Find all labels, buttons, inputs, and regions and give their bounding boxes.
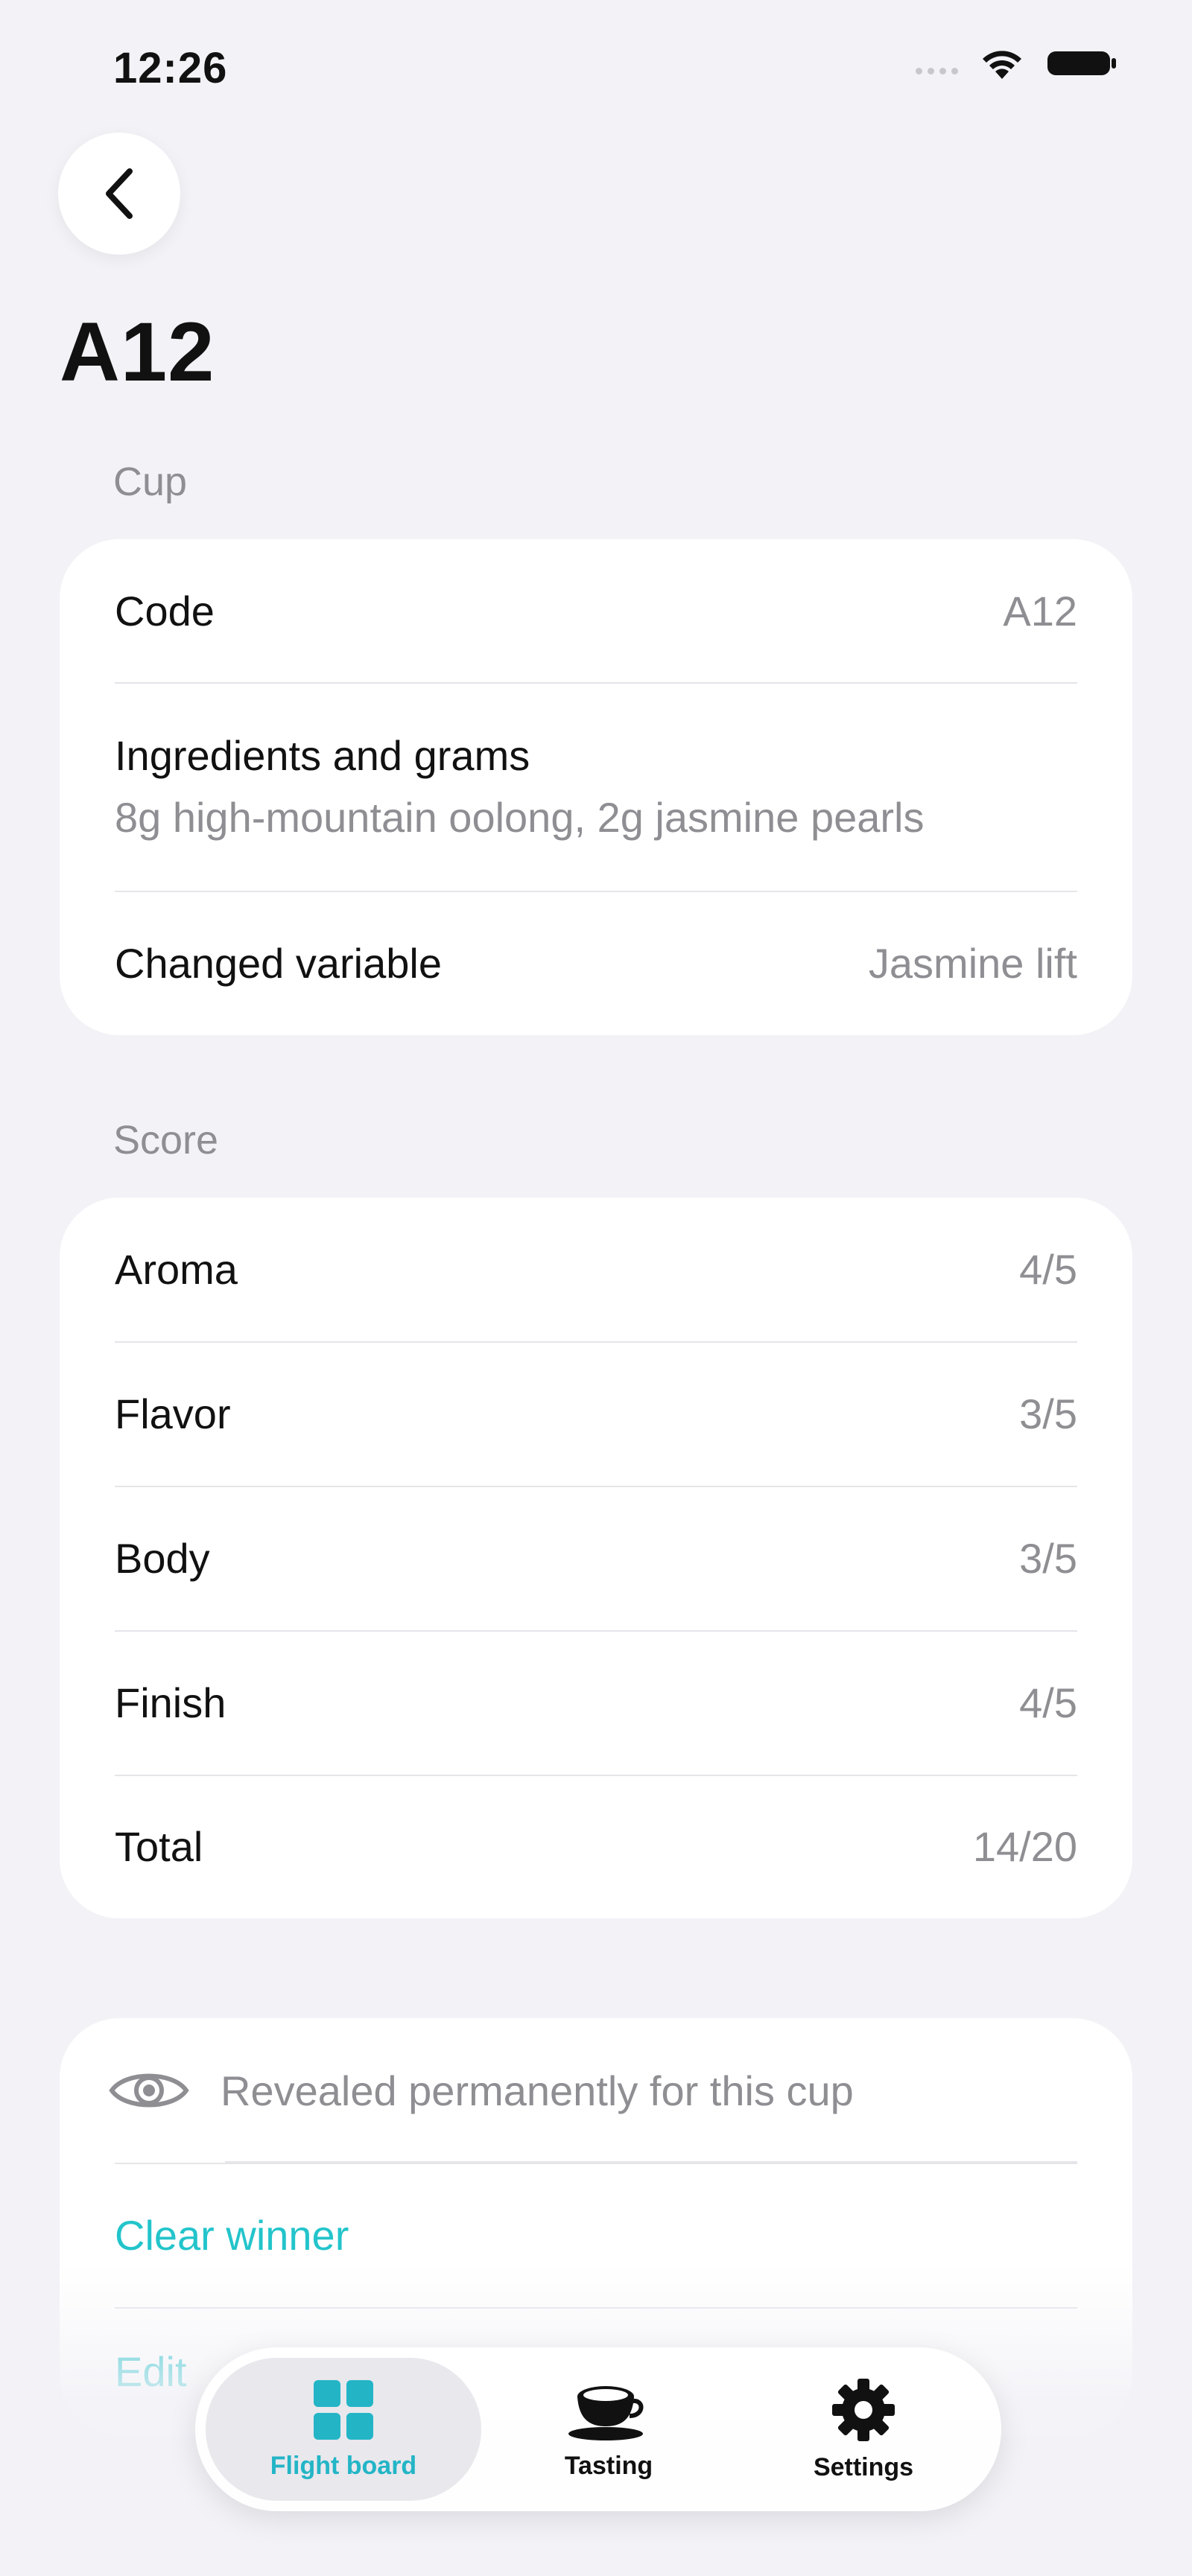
back-button[interactable] (58, 133, 180, 255)
score-row-body: Body 3/5 (60, 1486, 1132, 1630)
grid-icon (314, 2379, 373, 2440)
tab-label: Flight board (270, 2451, 417, 2480)
score-row-aroma: Aroma 4/5 (60, 1198, 1132, 1341)
changed-variable-row: Changed variable Jasmine lift (60, 891, 1132, 1035)
tab-label: Tasting (564, 2451, 653, 2480)
score-value: 14/20 (972, 1823, 1077, 1870)
status-indicators (916, 46, 1118, 80)
score-row-total: Total 14/20 (60, 1775, 1132, 1918)
teacup-icon (568, 2385, 644, 2440)
status-time: 12:26 (113, 44, 228, 92)
score-label: Aroma (115, 1246, 238, 1293)
clear-winner-label: Clear winner (115, 2211, 349, 2259)
code-value: A12 (1003, 587, 1077, 635)
score-label: Flavor (115, 1390, 231, 1437)
tab-settings[interactable]: Settings (736, 2358, 991, 2501)
code-row: Code A12 (60, 539, 1132, 682)
ingredients-row: Ingredients and grams 8g high-mountain o… (60, 682, 1132, 891)
chevron-left-icon (106, 168, 133, 219)
cup-card: Code A12 Ingredients and grams 8g high-m… (60, 539, 1132, 1035)
score-row-flavor: Flavor 3/5 (60, 1341, 1132, 1486)
score-value: 4/5 (1019, 1679, 1077, 1726)
screen: 12:26 A12 Cup Code A12 Ingredients and g… (0, 0, 1192, 2576)
changed-variable-value: Jasmine lift (868, 939, 1077, 987)
score-label: Finish (115, 1679, 226, 1726)
page-title: A12 (60, 305, 215, 398)
ingredients-label: Ingredients and grams (115, 732, 530, 779)
code-label: Code (115, 587, 215, 635)
gear-icon (832, 2378, 895, 2441)
eye-icon (109, 2073, 189, 2108)
tab-label: Settings (813, 2452, 914, 2481)
score-card: Aroma 4/5 Flavor 3/5 Body 3/5 Finish 4/5… (60, 1198, 1132, 1918)
cup-section-header: Cup (113, 459, 188, 504)
edit-label: Edit (115, 2347, 187, 2395)
score-label: Body (115, 1534, 210, 1582)
battery-icon (1046, 47, 1118, 80)
score-section-header: Score (113, 1118, 219, 1163)
score-value: 4/5 (1019, 1246, 1077, 1293)
status-bar: 12:26 (0, 0, 1192, 134)
revealed-row: Revealed permanently for this cup (60, 2018, 1132, 2163)
score-row-finish: Finish 4/5 (60, 1630, 1132, 1775)
revealed-text: Revealed permanently for this cup (221, 2067, 854, 2114)
wifi-icon (979, 46, 1025, 80)
score-value: 3/5 (1019, 1534, 1077, 1582)
tab-bar: Flight board Tasting Settings (195, 2347, 1001, 2511)
clear-winner-button[interactable]: Clear winner (60, 2163, 1132, 2307)
tab-tasting[interactable]: Tasting (481, 2358, 736, 2501)
cellular-signal-icon (916, 52, 958, 74)
score-value: 3/5 (1019, 1390, 1077, 1437)
tab-flight-board[interactable]: Flight board (206, 2358, 481, 2501)
ingredients-value: 8g high-mountain oolong, 2g jasmine pear… (115, 794, 925, 841)
score-label: Total (115, 1823, 203, 1870)
changed-variable-label: Changed variable (115, 939, 442, 987)
